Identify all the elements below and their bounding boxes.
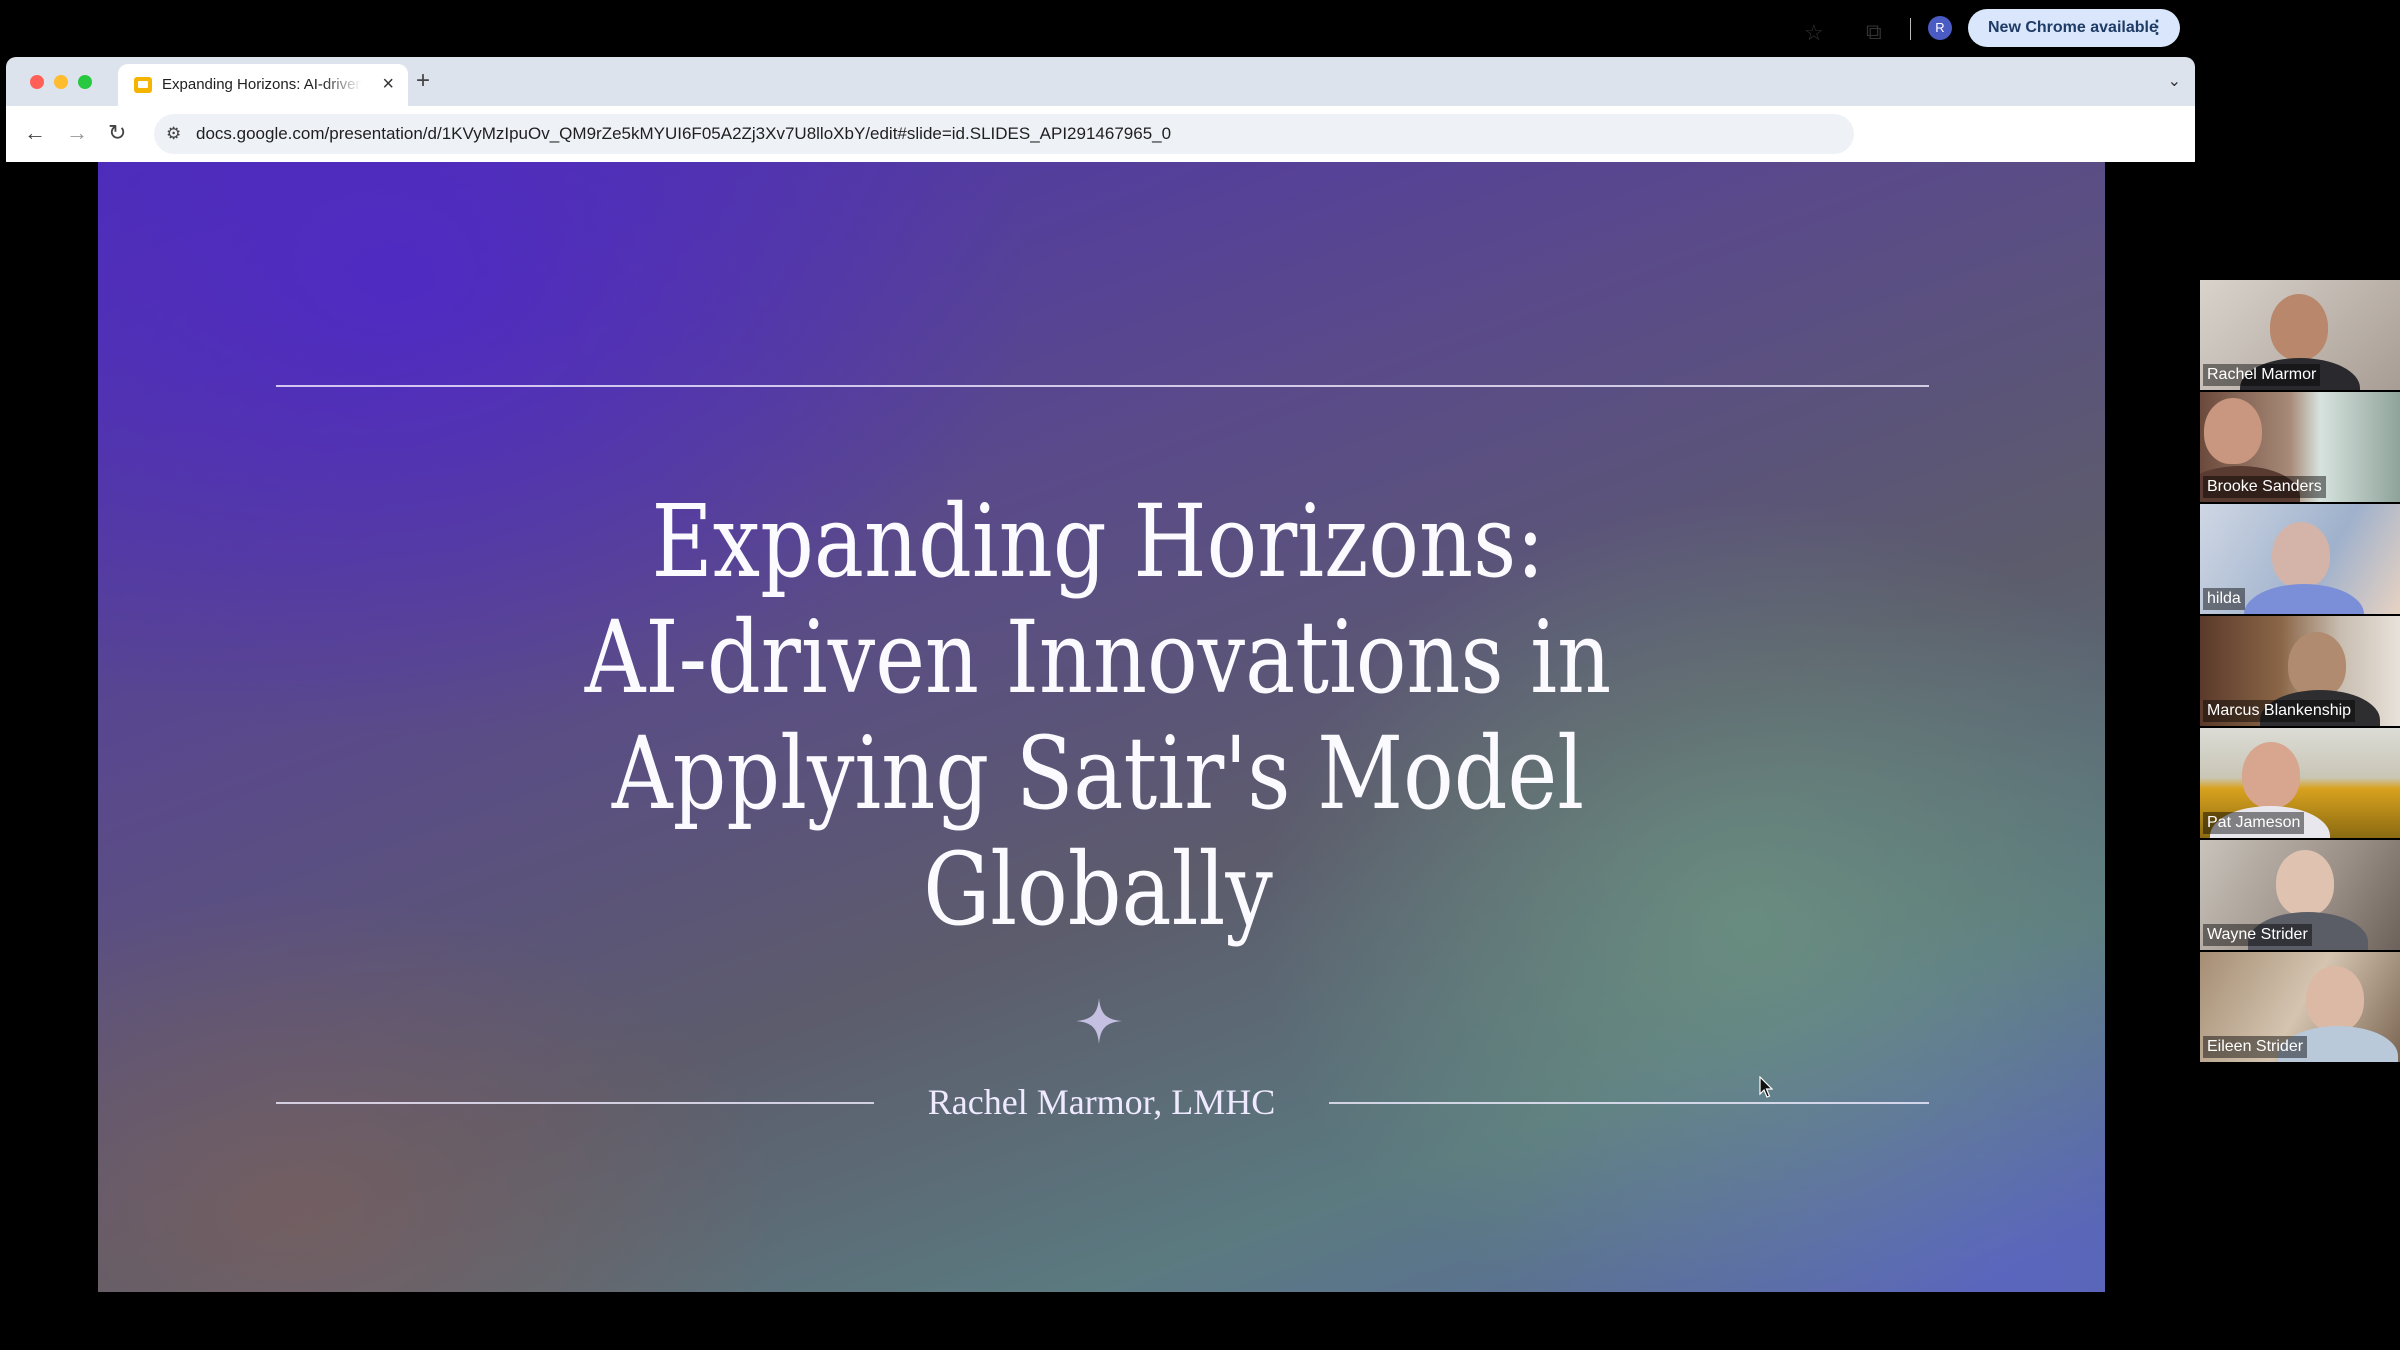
participant-name: Rachel Marmor	[2203, 364, 2321, 386]
mouse-cursor-icon	[1759, 1076, 1773, 1098]
participant-tile[interactable]: Rachel Marmor	[2200, 280, 2400, 390]
participant-tile[interactable]: Pat Jameson	[2200, 728, 2400, 838]
participant-name: Brooke Sanders	[2203, 476, 2326, 498]
browser-window: Expanding Horizons: AI-driven Innovation…	[6, 57, 2195, 162]
slide-top-divider	[276, 385, 1929, 387]
more-menu-icon[interactable]: ⋮	[2148, 17, 2166, 38]
tab-title: Expanding Horizons: AI-driven Innovation…	[162, 76, 362, 93]
new-tab-button[interactable]: +	[416, 69, 430, 93]
slide-subtitle: Rachel Marmor, LMHC	[927, 1082, 1276, 1122]
participant-video-face	[2204, 398, 2262, 464]
slide-title-line: Globally	[923, 831, 1273, 948]
profile-avatar[interactable]: R	[1928, 16, 1952, 40]
slide-title-line: Expanding Horizons:	[651, 483, 1545, 600]
google-slides-icon	[134, 77, 152, 93]
participant-name: Marcus Blankenship	[2203, 700, 2356, 722]
participant-tile[interactable]: Wayne Strider	[2200, 840, 2400, 950]
participant-name: Eileen Strider	[2203, 1036, 2308, 1058]
window-minimize-button[interactable]	[54, 75, 68, 89]
slide-bottom-divider-left	[276, 1102, 874, 1104]
extensions-icon[interactable]: ⧉	[1866, 19, 1882, 45]
sparkle-icon	[1076, 998, 1122, 1044]
url-text[interactable]: docs.google.com/presentation/d/1KVyMzIpu…	[196, 124, 1171, 144]
browser-toolbar: ← → ↻ ⚙ docs.google.com/presentation/d/1…	[6, 106, 2195, 162]
participant-name: hilda	[2203, 588, 2245, 610]
site-info-icon[interactable]: ⚙	[166, 124, 181, 144]
slide-bottom-divider-right	[1329, 1102, 1929, 1104]
participant-video-face	[2272, 522, 2330, 588]
slide-title: Expanding Horizons: AI-driven Innovation…	[468, 484, 1728, 948]
participant-video-face	[2306, 966, 2364, 1032]
participant-video-body	[2244, 584, 2364, 614]
participant-name: Pat Jameson	[2203, 812, 2305, 834]
participant-tile[interactable]: Eileen Strider	[2200, 952, 2400, 1062]
forward-button[interactable]: →	[66, 120, 88, 146]
slide-title-line: AI-driven Innovations in	[584, 599, 1612, 716]
close-icon[interactable]: ×	[382, 74, 394, 94]
participant-tile[interactable]: hilda	[2200, 504, 2400, 614]
screen: Expanding Horizons: AI-driven Innovation…	[0, 0, 2400, 1350]
update-chip-label: New Chrome available	[1988, 19, 2158, 36]
presentation-slide[interactable]: Expanding Horizons: AI-driven Innovation…	[98, 162, 2105, 1292]
slide-title-line: Applying Satir's Model	[611, 715, 1585, 832]
participant-tile[interactable]: Brooke Sanders	[2200, 392, 2400, 502]
address-bar[interactable]: ⚙ docs.google.com/presentation/d/1KVyMzI…	[154, 114, 1854, 154]
participant-video-face	[2242, 742, 2300, 808]
back-button[interactable]: ←	[24, 120, 46, 146]
toolbar-divider	[1910, 18, 1911, 40]
participant-video-face	[2270, 294, 2328, 360]
new-chrome-available-button[interactable]: New Chrome available ⋮	[1968, 9, 2180, 47]
window-maximize-button[interactable]	[78, 75, 92, 89]
participant-video-face	[2276, 850, 2334, 916]
bookmark-star-icon[interactable]: ☆	[1804, 20, 1824, 46]
participant-video-face	[2288, 632, 2346, 698]
participant-tile[interactable]: Marcus Blankenship	[2200, 616, 2400, 726]
participant-name: Wayne Strider	[2203, 924, 2312, 946]
window-close-button[interactable]	[30, 75, 44, 89]
reload-button[interactable]: ↻	[108, 120, 126, 146]
browser-tab-active[interactable]: Expanding Horizons: AI-driven Innovation…	[118, 64, 408, 106]
tab-search-button[interactable]: ⌄	[2168, 71, 2181, 91]
